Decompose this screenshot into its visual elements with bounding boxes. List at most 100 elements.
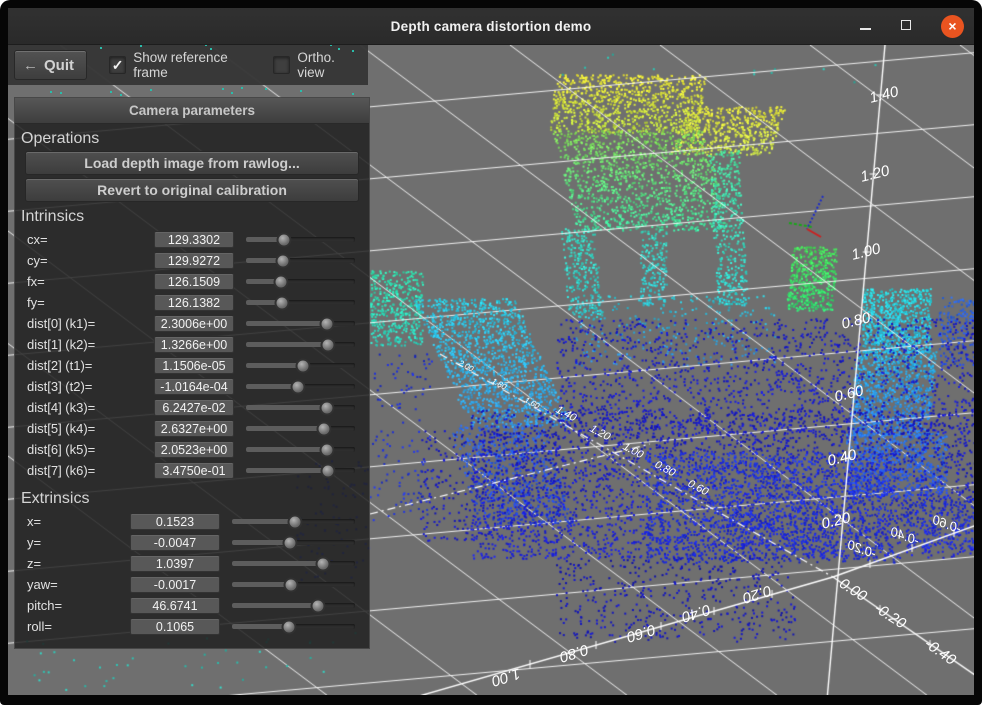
y-value-field[interactable]: -0.0047 (130, 534, 220, 551)
slider-knob[interactable] (284, 577, 299, 592)
z-slider[interactable] (232, 556, 355, 571)
point-speck (231, 92, 233, 94)
point-speck (222, 88, 224, 90)
yaw-value-field[interactable]: -0.0017 (130, 576, 220, 593)
show-reference-frame-checkbox[interactable]: ✓ (109, 56, 126, 74)
point-speck (110, 91, 112, 93)
maximize-button[interactable] (901, 17, 911, 35)
dist2-slider[interactable] (246, 358, 355, 373)
dist1-value-field[interactable]: 1.3266e+00 (154, 336, 234, 353)
slider-knob[interactable] (320, 337, 335, 352)
x-slider[interactable] (232, 514, 355, 529)
point-speck (50, 91, 52, 93)
yaw-slider[interactable] (232, 577, 355, 592)
titlebar[interactable]: Depth camera distortion demo × (8, 8, 974, 45)
param-row-dist1: dist[1] (k2)=1.3266e+00 (21, 334, 363, 355)
fy-slider[interactable] (246, 295, 355, 310)
param-row-z: z=1.0397 (21, 553, 363, 574)
point-speck (100, 47, 102, 49)
dist6-value-field[interactable]: 2.0523e+00 (154, 441, 234, 458)
point-speck (330, 45, 332, 46)
ortho-view-checkbox[interactable] (273, 56, 290, 74)
dist0-value-field[interactable]: 2.3006e+00 (154, 315, 234, 332)
param-label: roll= (21, 619, 130, 634)
slider-knob[interactable] (319, 316, 334, 331)
z-value-field[interactable]: 1.0397 (130, 555, 220, 572)
param-label: dist[2] (t1)= (21, 358, 154, 373)
dist1-slider[interactable] (246, 337, 355, 352)
revert-calibration-button[interactable]: Revert to original calibration (25, 178, 359, 202)
dist3-slider[interactable] (246, 379, 355, 394)
cy-slider[interactable] (246, 253, 355, 268)
dist5-value-field[interactable]: 2.6327e+00 (154, 420, 234, 437)
param-row-dist7: dist[7] (k6)=3.4750e-01 (21, 460, 363, 481)
point-speck (120, 94, 122, 96)
pitch-value-field[interactable]: 46.6741 (130, 597, 220, 614)
dist2-value-field[interactable]: 1.1506e-05 (154, 357, 234, 374)
cx-slider[interactable] (246, 232, 355, 247)
param-row-cx: cx=129.3302 (21, 229, 363, 250)
pitch-slider[interactable] (232, 598, 355, 613)
dist4-value-field[interactable]: 6.2427e-02 (154, 399, 234, 416)
slider-knob[interactable] (316, 556, 331, 571)
dist3-value-field[interactable]: -1.0164e-04 (154, 378, 234, 395)
load-depth-image-button[interactable]: Load depth image from rawlog... (25, 151, 359, 175)
y-slider[interactable] (232, 535, 355, 550)
panel-header[interactable]: Camera parameters (15, 98, 369, 124)
slider-knob[interactable] (320, 463, 335, 478)
quit-button[interactable]: ← Quit (14, 50, 87, 80)
point-speck (241, 87, 243, 89)
fy-value-field[interactable]: 126.1382 (154, 294, 234, 311)
cy-value-field[interactable]: 129.9272 (154, 252, 234, 269)
slider-knob[interactable] (273, 274, 288, 289)
slider-knob[interactable] (319, 442, 334, 457)
param-label: dist[0] (k1)= (21, 316, 154, 331)
param-row-fy: fy=126.1382 (21, 292, 363, 313)
param-label: dist[4] (k3)= (21, 400, 154, 415)
fx-slider[interactable] (246, 274, 355, 289)
param-label: dist[7] (k6)= (21, 463, 154, 478)
param-label: dist[6] (k5)= (21, 442, 154, 457)
param-label: x= (21, 514, 130, 529)
roll-value-field[interactable]: 0.1065 (130, 618, 220, 635)
slider-knob[interactable] (319, 400, 334, 415)
cx-value-field[interactable]: 129.3302 (154, 231, 234, 248)
param-row-dist3: dist[3] (t2)=-1.0164e-04 (21, 376, 363, 397)
param-row-pitch: pitch=46.6741 (21, 595, 363, 616)
left-arrow-icon: ← (23, 57, 38, 74)
dist6-slider[interactable] (246, 442, 355, 457)
point-speck (352, 50, 354, 52)
slider-knob[interactable] (277, 232, 292, 247)
dist7-slider[interactable] (246, 463, 355, 478)
point-speck (60, 92, 62, 94)
close-button[interactable]: × (941, 15, 964, 38)
param-label: y= (21, 535, 130, 550)
param-label: fy= (21, 295, 154, 310)
slider-knob[interactable] (287, 514, 302, 529)
minimize-button[interactable] (860, 17, 871, 35)
point-speck (338, 48, 340, 50)
roll-slider[interactable] (232, 619, 355, 634)
slider-knob[interactable] (311, 598, 326, 613)
dist4-slider[interactable] (246, 400, 355, 415)
param-label: dist[5] (k4)= (21, 421, 154, 436)
x-value-field[interactable]: 0.1523 (130, 513, 220, 530)
fx-value-field[interactable]: 126.1509 (154, 273, 234, 290)
slider-knob[interactable] (295, 358, 310, 373)
dist0-slider[interactable] (246, 316, 355, 331)
slider-knob[interactable] (291, 379, 306, 394)
slider-knob[interactable] (276, 253, 291, 268)
3d-viewport: 1.401.201.000.800.600.400.200.00-0.20-0.… (8, 45, 974, 695)
param-row-yaw: yaw=-0.0017 (21, 574, 363, 595)
slider-knob[interactable] (282, 535, 297, 550)
dist5-slider[interactable] (246, 421, 355, 436)
param-label: z= (21, 556, 130, 571)
param-row-dist6: dist[6] (k5)=2.0523e+00 (21, 439, 363, 460)
dist7-value-field[interactable]: 3.4750e-01 (154, 462, 234, 479)
slider-knob[interactable] (281, 619, 296, 634)
point-speck (352, 93, 354, 95)
slider-knob[interactable] (317, 421, 332, 436)
param-row-dist0: dist[0] (k1)=2.3006e+00 (21, 313, 363, 334)
param-row-dist2: dist[2] (t1)=1.1506e-05 (21, 355, 363, 376)
slider-knob[interactable] (274, 295, 289, 310)
